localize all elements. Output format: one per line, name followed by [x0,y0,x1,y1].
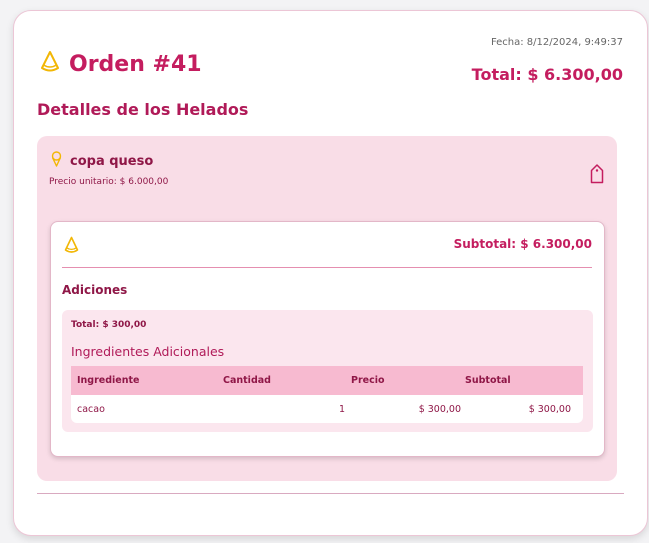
adiciones-title: Adiciones [62,283,128,297]
adiciones-box: Total: $ 300,00 Ingredientes Adicionales… [62,310,593,432]
ice-cream-cone-icon [63,236,80,259]
order-total: Total: $ 6.300,00 [471,65,623,84]
column-header-ingrediente: Ingrediente [77,375,140,386]
ice-cream-item: copa queso Precio unitario: $ 6.000,00 S… [37,136,617,481]
cell-cantidad: 1 [338,403,345,415]
ice-cream-cone-icon [39,50,61,78]
column-header-cantidad: Cantidad [223,375,271,386]
item-header: copa queso [50,151,153,171]
table-row: cacao 1 $ 300,00 $ 300,00 [71,395,583,423]
section-title: Detalles de los Helados [37,100,249,119]
cell-subtotal: $ 300,00 [528,403,571,415]
order-title-row: Orden #41 [39,50,202,78]
order-card: Fecha: 8/12/2024, 9:49:37 Orden #41 Tota… [13,10,648,536]
ingredientes-table: Ingrediente Cantidad Precio Subtotal cac… [71,366,583,423]
order-date: Fecha: 8/12/2024, 9:49:37 [490,37,623,48]
cell-precio: $ 300,00 [418,403,461,415]
item-subtotal: Subtotal: $ 6.300,00 [453,237,592,251]
table-header: Ingrediente Cantidad Precio Subtotal [71,366,583,395]
column-header-subtotal: Subtotal [465,375,511,386]
bottom-divider [37,493,624,494]
adiciones-total: Total: $ 300,00 [71,320,147,330]
ice-cream-icon [50,151,63,171]
item-detail-card: Subtotal: $ 6.300,00 Adiciones Total: $ … [50,221,605,457]
cell-ingrediente: cacao [77,403,105,415]
divider [62,267,592,268]
tag-icon[interactable] [590,164,604,188]
item-unit-price: Precio unitario: $ 6.000,00 [49,177,169,187]
item-name: copa queso [70,153,154,169]
ingredientes-title: Ingredientes Adicionales [71,344,225,359]
order-title: Orden #41 [69,51,202,77]
column-header-precio: Precio [351,375,385,386]
